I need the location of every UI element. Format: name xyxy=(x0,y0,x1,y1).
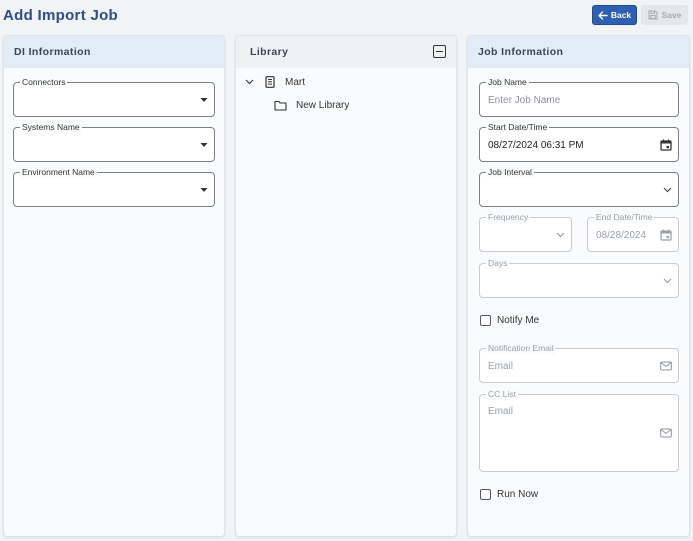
caret-down-icon xyxy=(200,187,208,192)
caret-down-icon xyxy=(200,97,208,102)
notify-me-label: Notify Me xyxy=(497,315,540,326)
email-icon xyxy=(660,428,672,438)
email-icon xyxy=(660,361,672,370)
field-label: Notification Email xyxy=(486,343,556,354)
job-interval-select[interactable]: Job Interval xyxy=(479,167,679,207)
tree-item-mart[interactable]: Mart xyxy=(245,76,305,88)
di-information-panel: DI Information Connectors Systems Name E… xyxy=(3,35,225,537)
arrow-left-icon xyxy=(598,10,608,20)
job-name-input[interactable]: Enter Job Name xyxy=(488,95,560,106)
run-now-checkbox-row[interactable]: Run Now xyxy=(480,489,538,500)
field-label: Days xyxy=(486,258,510,269)
connectors-select[interactable]: Connectors xyxy=(13,77,215,117)
start-datetime-value[interactable]: 08/27/2024 06:31 PM xyxy=(488,140,584,151)
document-icon xyxy=(265,76,275,88)
save-button[interactable]: Save xyxy=(641,5,688,25)
end-datetime-value[interactable]: 08/28/2024 xyxy=(596,230,652,241)
collapse-all-button[interactable] xyxy=(433,45,446,58)
panel-title: Library xyxy=(236,36,456,68)
chevron-down-icon[interactable] xyxy=(245,79,254,85)
field-label: Environment Name xyxy=(20,167,97,178)
field-label: Connectors xyxy=(20,77,68,88)
field-label: Systems Name xyxy=(20,122,82,133)
job-information-panel: Job Information Job Name Enter Job Name … xyxy=(467,35,690,537)
field-label: Start Date/Time xyxy=(486,122,550,133)
field-label: Job Interval xyxy=(486,167,534,178)
chevron-down-icon xyxy=(663,187,672,193)
field-label: CC List xyxy=(486,389,518,400)
notification-email-field[interactable]: Notification Email Email xyxy=(479,343,679,383)
chevron-down-icon xyxy=(663,278,672,284)
calendar-icon[interactable] xyxy=(660,139,672,151)
run-now-label: Run Now xyxy=(497,489,539,500)
cc-list-field[interactable]: CC List Email xyxy=(479,389,679,472)
save-icon xyxy=(648,10,658,20)
save-label: Save xyxy=(661,10,682,20)
field-label: Frequency xyxy=(486,212,531,223)
days-select[interactable]: Days xyxy=(479,258,679,298)
folder-icon xyxy=(274,100,287,111)
environment-name-select[interactable]: Environment Name xyxy=(13,167,215,207)
chevron-down-icon xyxy=(556,232,565,238)
minus-icon xyxy=(436,50,443,53)
back-button[interactable]: Back xyxy=(592,5,637,25)
notify-me-checkbox[interactable] xyxy=(480,315,491,326)
job-name-field[interactable]: Job Name Enter Job Name xyxy=(479,77,679,117)
end-datetime-field[interactable]: End Date/Time 08/28/2024 xyxy=(587,212,679,252)
field-label: End Date/Time xyxy=(594,212,655,223)
notification-email-input[interactable]: Email xyxy=(488,361,513,372)
library-panel: Library Mart New Library xyxy=(235,35,457,537)
caret-down-icon xyxy=(200,142,208,147)
library-title: Library xyxy=(250,46,289,58)
start-datetime-field[interactable]: Start Date/Time 08/27/2024 06:31 PM xyxy=(479,122,679,162)
panel-title: DI Information xyxy=(4,36,224,68)
panel-title: Job Information xyxy=(468,36,689,68)
field-label: Job Name xyxy=(486,77,529,88)
cc-list-input[interactable]: Email xyxy=(488,406,513,417)
tree-item-new-library[interactable]: New Library xyxy=(274,100,349,111)
tree-item-label: New Library xyxy=(296,100,350,111)
page-title: Add Import Job xyxy=(3,7,119,24)
notify-me-checkbox-row[interactable]: Notify Me xyxy=(480,315,539,326)
systems-name-select[interactable]: Systems Name xyxy=(13,122,215,162)
frequency-select[interactable]: Frequency xyxy=(479,212,572,252)
calendar-icon[interactable] xyxy=(660,229,672,241)
run-now-checkbox[interactable] xyxy=(480,489,491,500)
back-label: Back xyxy=(610,10,632,20)
tree-item-label: Mart xyxy=(285,76,305,88)
